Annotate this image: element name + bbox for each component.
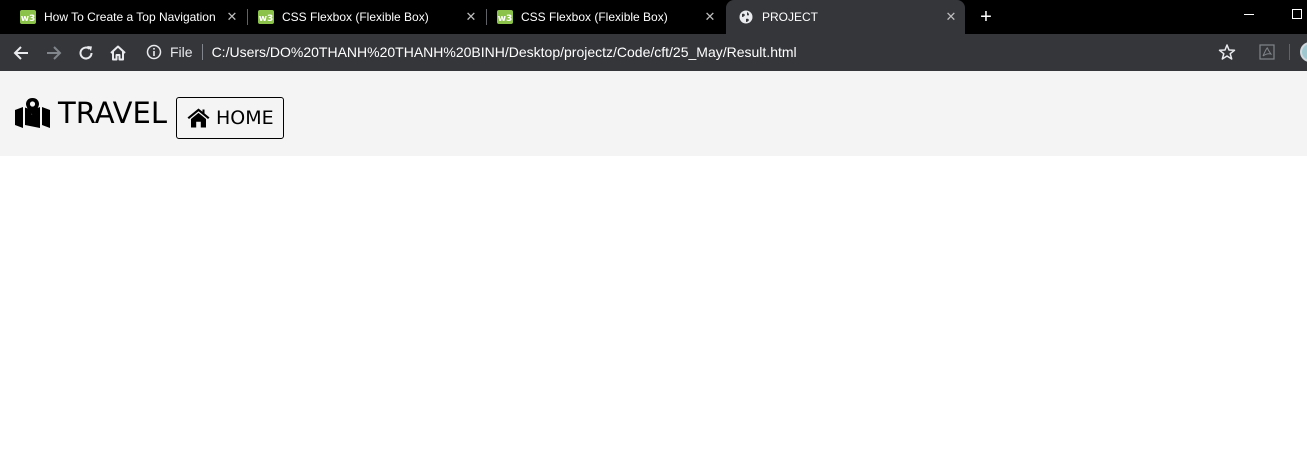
tab-title: CSS Flexbox (Flexible Box) — [521, 10, 668, 24]
bookmark-star-button[interactable] — [1217, 42, 1237, 62]
tab-close-icon[interactable]: ✕ — [702, 9, 718, 25]
arrow-left-icon — [13, 46, 28, 60]
info-icon[interactable] — [146, 44, 162, 60]
top-navigation-bar: TRAVEL HOME — [0, 71, 1307, 156]
w3schools-icon: w3 — [258, 9, 274, 25]
house-outline-icon — [110, 45, 126, 61]
tab-css-flexbox-2[interactable]: w3 CSS Flexbox (Flexible Box) ✕ — [477, 0, 724, 34]
pdf-extension-button[interactable] — [1257, 42, 1277, 62]
home-icon — [187, 108, 210, 128]
star-icon — [1218, 44, 1236, 60]
maximize-window-button[interactable] — [1292, 9, 1302, 19]
reload-icon — [79, 46, 93, 60]
tab-title: CSS Flexbox (Flexible Box) — [282, 10, 429, 24]
svg-text:w3: w3 — [498, 14, 513, 24]
brand-title: TRAVEL — [58, 96, 167, 130]
web-page: TRAVEL HOME — [0, 71, 1307, 470]
tab-css-flexbox-1[interactable]: w3 CSS Flexbox (Flexible Box) ✕ — [238, 0, 485, 34]
home-button-label: HOME — [216, 107, 274, 129]
w3schools-icon: w3 — [497, 9, 513, 25]
tab-title: PROJECT — [762, 10, 819, 24]
minimize-window-button[interactable] — [1244, 14, 1254, 15]
home-button[interactable]: HOME — [176, 97, 284, 139]
pdf-icon — [1259, 44, 1275, 60]
tab-strip: w3 How To Create a Top Navigation ✕ w3 C… — [0, 0, 1307, 34]
new-tab-button[interactable]: + — [976, 7, 996, 27]
w3schools-icon: w3 — [20, 9, 36, 25]
tab-title: How To Create a Top Navigation — [44, 10, 216, 24]
browser-toolbar: File C:/Users/DO%20THANH%20THANH%20BINH/… — [0, 34, 1307, 71]
tab-project[interactable]: PROJECT ✕ — [726, 0, 965, 34]
brand-logo[interactable]: TRAVEL — [15, 95, 167, 131]
url-text[interactable]: C:/Users/DO%20THANH%20THANH%20BINH/Deskt… — [212, 44, 797, 60]
tab-close-icon[interactable]: ✕ — [943, 9, 959, 25]
toolbar-separator — [1289, 44, 1290, 60]
profile-avatar[interactable] — [1300, 42, 1307, 62]
scheme-label: File — [170, 44, 193, 60]
arrow-right-icon — [47, 46, 62, 60]
address-bar[interactable]: File C:/Users/DO%20THANH%20THANH%20BINH/… — [146, 37, 797, 67]
back-button[interactable] — [9, 41, 33, 65]
svg-text:w3: w3 — [259, 14, 274, 24]
address-divider — [201, 44, 203, 60]
map-marked-icon — [15, 98, 50, 128]
tab-top-navigation[interactable]: w3 How To Create a Top Navigation ✕ — [0, 0, 246, 34]
reload-button[interactable] — [74, 41, 98, 65]
home-page-button[interactable] — [106, 41, 130, 65]
forward-button[interactable] — [42, 41, 66, 65]
svg-text:w3: w3 — [21, 14, 36, 24]
globe-icon — [738, 9, 754, 25]
